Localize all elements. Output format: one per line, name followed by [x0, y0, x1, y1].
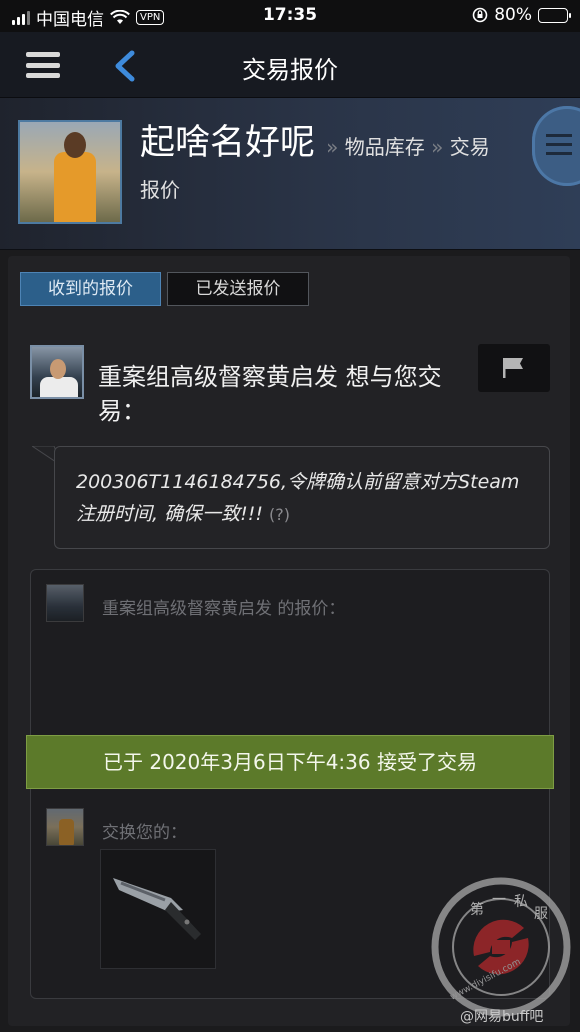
breadcrumb-separator: »: [431, 135, 444, 159]
watermark-char-3: 私: [514, 894, 528, 910]
breadcrumb-trade-part2[interactable]: 报价: [140, 174, 180, 203]
trader-avatar-small: [46, 584, 84, 622]
status-bar: 中国电信 VPN 17:35 80%: [0, 0, 580, 32]
trader-avatar[interactable]: [30, 345, 84, 399]
watermark-char-1: 第: [470, 901, 484, 918]
breadcrumb-separator: »: [326, 135, 339, 159]
orientation-lock-icon: [472, 7, 488, 23]
profile-username[interactable]: 起啥名好呢: [140, 123, 315, 163]
trade-item-slot[interactable]: [100, 849, 216, 969]
status-banner: 已于 2020年3月6日下午4:36 接受了交易: [26, 735, 554, 789]
report-button[interactable]: [478, 344, 550, 392]
watermark-char-4: 服: [534, 906, 548, 922]
trader-heading: 重案组高级督察黄启发 想与您交易：: [98, 363, 442, 425]
profile-header: 起啥名好呢 » 物品库存 » 交易 报价: [0, 98, 580, 250]
my-avatar-small: [46, 808, 84, 846]
avatar[interactable]: [18, 120, 122, 224]
breadcrumb: 起啥名好呢 » 物品库存 » 交易: [140, 120, 540, 170]
tab-sent-offers[interactable]: 已发送报价: [167, 272, 309, 306]
knife-icon: [113, 878, 201, 940]
watermark-caption: @网易buff吧: [460, 1009, 544, 1025]
watermark-seal: 第 一 私 服 www.diyisifu.com: [431, 877, 571, 1017]
your-items-label: 交换您的：: [102, 823, 187, 843]
help-link[interactable]: (?): [269, 505, 290, 524]
side-menu-handle[interactable]: [532, 106, 580, 186]
breadcrumb-inventory[interactable]: 物品库存: [345, 135, 425, 159]
offer-message-text: 200306T1146184756,令牌确认前留意对方Steam注册时间, 确保…: [76, 471, 520, 525]
battery-percent: 80%: [494, 5, 532, 25]
nav-bar: 交易报价: [0, 32, 580, 98]
their-offer-label: 重案组高级督察黄启发 的报价：: [102, 599, 346, 619]
breadcrumb-trade-part1[interactable]: 交易: [450, 135, 490, 159]
battery-icon: [538, 7, 571, 23]
flag-icon: [503, 358, 523, 378]
watermark-char-2: 一: [492, 892, 506, 908]
tab-received-offers[interactable]: 收到的报价: [20, 272, 161, 306]
page-title: 交易报价: [242, 56, 338, 84]
offer-message: 200306T1146184756,令牌确认前留意对方Steam注册时间, 确保…: [76, 466, 536, 531]
